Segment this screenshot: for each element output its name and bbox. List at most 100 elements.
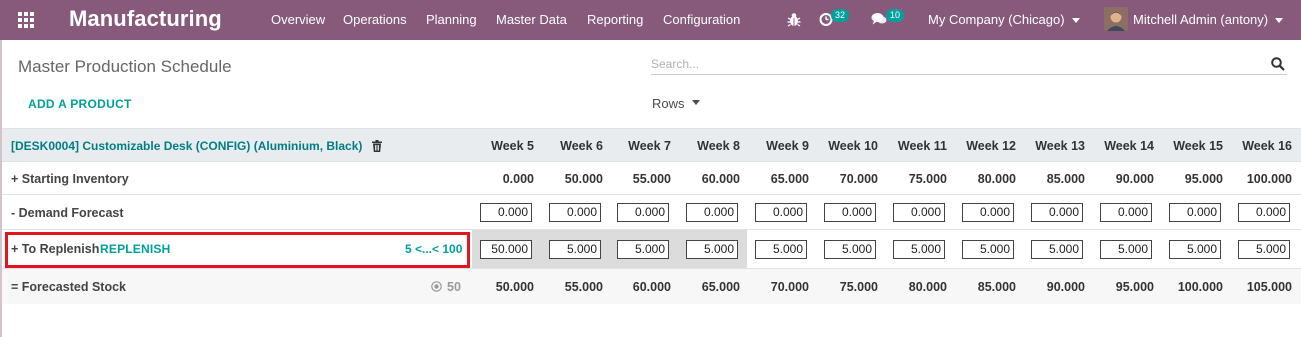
forecasted-stock-value: 95.000: [1115, 280, 1154, 294]
week-header: Week 15: [1173, 139, 1223, 153]
demand-forecast-label[interactable]: - Demand Forecast: [11, 206, 124, 220]
rows-label: Rows: [652, 96, 685, 111]
starting-inventory-value: 50.000: [564, 172, 603, 186]
week-header: Week 8: [697, 139, 740, 153]
demand-forecast-input[interactable]: 0.000: [824, 203, 876, 222]
page-title: Master Production Schedule: [18, 57, 232, 76]
demand-forecast-input[interactable]: 0.000: [962, 203, 1014, 222]
week-header: Week 10: [828, 139, 878, 153]
week-header: Week 7: [628, 139, 671, 153]
menu-item-master-data[interactable]: Master Data: [496, 12, 567, 27]
menu-item-overview[interactable]: Overview: [271, 12, 325, 27]
search-icon[interactable]: [1271, 57, 1285, 71]
week-header: Week 9: [766, 139, 809, 153]
demand-forecast-input[interactable]: 0.000: [617, 203, 669, 222]
bug-icon[interactable]: [787, 12, 801, 28]
week-header: Week 12: [966, 139, 1016, 153]
demand-forecast-input[interactable]: 0.000: [480, 203, 532, 222]
table-header-row: [DESK0004] Customizable Desk (CONFIG) (A…: [2, 128, 1301, 162]
starting-inventory-value: 90.000: [1115, 172, 1154, 186]
forecasted-stock-value: 90.000: [1046, 280, 1085, 294]
chevron-down-icon: [1275, 18, 1284, 24]
to-replenish-input[interactable]: 5.000: [824, 240, 876, 259]
forecasted-stock-value: 55.000: [564, 280, 603, 294]
to-replenish-input[interactable]: 5.000: [893, 240, 945, 259]
add-product-button[interactable]: ADD A PRODUCT: [28, 97, 132, 111]
starting-inventory-value: 60.000: [701, 172, 740, 186]
forecasted-stock-value: 85.000: [977, 280, 1016, 294]
user-avatar[interactable]: [1104, 7, 1128, 31]
safety-stock-value: 50: [447, 280, 461, 294]
chevron-down-icon: [1071, 18, 1080, 24]
forecasted-stock-row: = Forecasted Stock 50 50.000 55.000 60.0…: [2, 269, 1301, 304]
starting-inventory-value: 65.000: [770, 172, 809, 186]
user-name: Mitchell Admin (antony): [1133, 12, 1269, 27]
company-name: My Company (Chicago): [928, 12, 1065, 27]
starting-inventory-value: 80.000: [977, 172, 1016, 186]
week-header: Week 11: [897, 139, 947, 153]
demand-forecast-input[interactable]: 0.000: [1100, 203, 1152, 222]
messages-count-badge: 10: [886, 9, 905, 22]
search-bar: [651, 54, 1287, 75]
to-replenish-input[interactable]: 5.000: [686, 240, 738, 259]
demand-forecast-input[interactable]: 0.000: [1169, 203, 1221, 222]
menu-item-reporting[interactable]: Reporting: [587, 12, 643, 27]
activity-count-badge: 32: [831, 9, 850, 22]
starting-inventory-value: 100.000: [1246, 172, 1292, 186]
demand-forecast-row: - Demand Forecast 0.000 0.000 0.000 0.00…: [2, 195, 1301, 230]
to-replenish-input[interactable]: 5.000: [1031, 240, 1083, 259]
week-header: Week 16: [1242, 139, 1292, 153]
apps-menu-icon[interactable]: [18, 12, 34, 28]
starting-inventory-value: 95.000: [1184, 172, 1223, 186]
forecasted-stock-value: 75.000: [839, 280, 878, 294]
to-replenish-input[interactable]: 50.000: [480, 240, 532, 259]
to-replenish-input[interactable]: 5.000: [1238, 240, 1290, 259]
forecasted-stock-value: 80.000: [908, 280, 947, 294]
search-input[interactable]: [651, 54, 1261, 74]
starting-inventory-value: 75.000: [908, 172, 947, 186]
starting-inventory-value: 85.000: [1046, 172, 1085, 186]
mps-table: [DESK0004] Customizable Desk (CONFIG) (A…: [2, 128, 1301, 304]
starting-inventory-value: 55.000: [632, 172, 671, 186]
forecasted-stock-value: 70.000: [770, 280, 809, 294]
demand-forecast-input[interactable]: 0.000: [1031, 203, 1083, 222]
replenish-highlight-box: [5, 232, 470, 268]
menu-item-operations[interactable]: Operations: [343, 12, 407, 27]
to-replenish-input[interactable]: 5.000: [549, 240, 601, 259]
trash-icon[interactable]: [372, 140, 382, 152]
starting-inventory-row: + Starting Inventory 0.000 50.000 55.000…: [2, 162, 1301, 195]
demand-forecast-input[interactable]: 0.000: [1238, 203, 1290, 222]
forecasted-stock-value: 60.000: [632, 280, 671, 294]
chevron-down-icon: [691, 100, 700, 106]
forecasted-stock-value: 50.000: [495, 280, 534, 294]
demand-forecast-input[interactable]: 0.000: [549, 203, 601, 222]
to-replenish-input[interactable]: 5.000: [1169, 240, 1221, 259]
to-replenish-input[interactable]: 5.000: [1100, 240, 1152, 259]
week-header: Week 13: [1035, 139, 1085, 153]
avatar-picture: [1104, 7, 1128, 31]
product-link[interactable]: [DESK0004] Customizable Desk (CONFIG) (A…: [11, 139, 362, 153]
menu-item-configuration[interactable]: Configuration: [663, 12, 740, 27]
forecasted-stock-value: 100.000: [1177, 280, 1223, 294]
user-menu[interactable]: Mitchell Admin (antony): [1133, 12, 1284, 27]
demand-forecast-input[interactable]: 0.000: [893, 203, 945, 222]
week-header: Week 6: [560, 139, 603, 153]
week-header: Week 14: [1104, 139, 1154, 153]
app-title[interactable]: Manufacturing: [69, 6, 222, 32]
company-switcher[interactable]: My Company (Chicago): [928, 12, 1080, 27]
to-replenish-input[interactable]: 5.000: [962, 240, 1014, 259]
messages-icon[interactable]: [871, 12, 887, 26]
demand-forecast-input[interactable]: 0.000: [755, 203, 807, 222]
menu-item-planning[interactable]: Planning: [426, 12, 477, 27]
starting-inventory-value: 70.000: [839, 172, 878, 186]
top-navbar: Manufacturing Overview Operations Planni…: [0, 0, 1301, 40]
rows-dropdown[interactable]: Rows: [652, 96, 700, 111]
starting-inventory-value: 0.000: [502, 172, 534, 186]
to-replenish-input[interactable]: 5.000: [617, 240, 669, 259]
demand-forecast-input[interactable]: 0.000: [686, 203, 738, 222]
starting-inventory-label[interactable]: + Starting Inventory: [11, 172, 129, 186]
to-replenish-input[interactable]: 5.000: [755, 240, 807, 259]
forecasted-stock-label: = Forecasted Stock: [11, 280, 126, 294]
forecasted-stock-value: 105.000: [1246, 280, 1292, 294]
forecasted-stock-value: 65.000: [701, 280, 740, 294]
